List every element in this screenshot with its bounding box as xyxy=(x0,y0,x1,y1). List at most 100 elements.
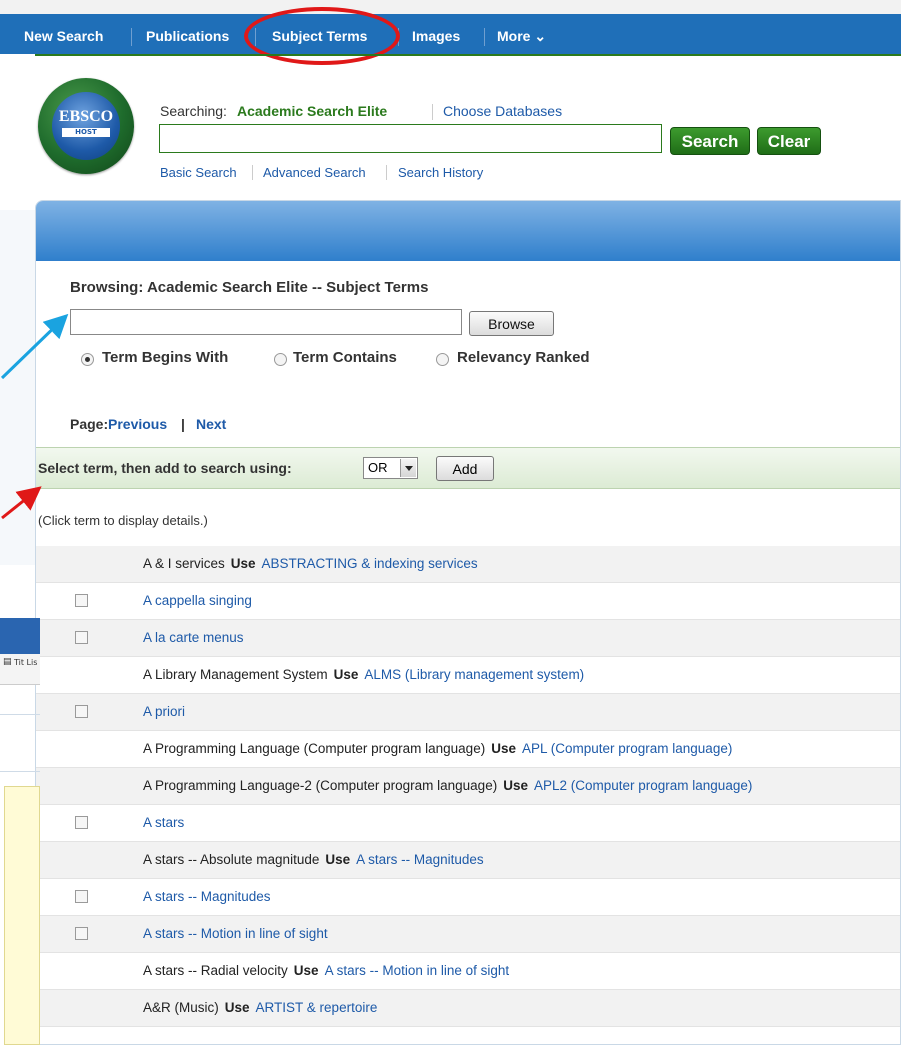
term-entry: A cappella singing xyxy=(143,593,252,608)
term-entry: A & I services Use ABSTRACTING & indexing … xyxy=(143,556,478,571)
term-text: A Programming Language-2 (Computer progr… xyxy=(143,778,498,793)
radio-term-begins-with[interactable] xyxy=(81,353,94,366)
logo-text-bottom: HOST xyxy=(62,128,110,137)
browse-term-input[interactable] xyxy=(70,309,462,335)
term-entry: A Programming Language (Computer program… xyxy=(143,741,732,756)
term-checkbox[interactable] xyxy=(75,927,88,940)
preferred-term-link[interactable]: ABSTRACTING & indexing services xyxy=(262,556,478,571)
preferred-term-link[interactable]: A stars -- Magnitudes xyxy=(356,852,484,867)
term-row: A stars -- Motion in line of sight xyxy=(36,916,900,953)
document-icon: ▤ xyxy=(3,657,12,667)
term-link[interactable]: A la carte menus xyxy=(143,630,244,645)
preferred-term-link[interactable]: ARTIST & repertoire xyxy=(256,1000,378,1015)
term-row: A stars -- Absolute magnitude Use A stars … xyxy=(36,842,900,879)
divider xyxy=(0,714,40,715)
browser-top-strip xyxy=(0,0,901,15)
separator xyxy=(432,104,433,120)
term-row: A stars xyxy=(36,805,900,842)
background-window-titlebar xyxy=(0,618,40,654)
term-text: A stars -- Radial velocity xyxy=(143,963,288,978)
subject-terms-panel: Browsing: Academic Search Elite -- Subje… xyxy=(35,200,901,1045)
browse-button[interactable]: Browse xyxy=(469,311,554,336)
term-link[interactable]: A stars xyxy=(143,815,184,830)
selected-operator: OR xyxy=(368,460,388,475)
add-to-search-bar: Select term, then add to search using: O… xyxy=(36,447,900,489)
nav-more-label: More xyxy=(497,28,531,44)
separator xyxy=(252,165,253,180)
term-row: A stars -- Radial velocity Use A stars -- … xyxy=(36,953,900,990)
background-window: ▤ Tit Lis xyxy=(0,618,40,1045)
separator xyxy=(386,165,387,180)
term-entry: A Library Management System Use ALMS (Libr… xyxy=(143,667,584,682)
term-entry: A stars -- Magnitudes xyxy=(143,889,271,904)
term-entry: A stars xyxy=(143,815,184,830)
term-entry: A stars -- Radial velocity Use A stars -- … xyxy=(143,963,509,978)
divider xyxy=(0,771,40,772)
add-button[interactable]: Add xyxy=(436,456,494,481)
term-link[interactable]: A cappella singing xyxy=(143,593,252,608)
term-text: A stars -- Absolute magnitude xyxy=(143,852,320,867)
clear-button[interactable]: Clear xyxy=(757,127,821,155)
term-row: A Programming Language (Computer program… xyxy=(36,731,900,768)
top-navigation-bar: New Search Publications Subject Terms Im… xyxy=(0,14,901,54)
search-input[interactable] xyxy=(159,124,662,153)
annotation-red-circle xyxy=(244,7,400,65)
term-entry: A stars -- Motion in line of sight xyxy=(143,926,328,941)
use-label: Use xyxy=(325,852,351,867)
browsing-title: Browsing: Academic Search Elite -- Subje… xyxy=(70,279,429,296)
preferred-term-link[interactable]: A stars -- Motion in line of sight xyxy=(325,963,510,978)
term-entry: A priori xyxy=(143,704,185,719)
logo-text-top: EBSCO xyxy=(58,108,114,125)
term-checkbox[interactable] xyxy=(75,594,88,607)
preferred-term-link[interactable]: APL (Computer program language) xyxy=(522,741,732,756)
term-checkbox[interactable] xyxy=(75,705,88,718)
preferred-term-link[interactable]: APL2 (Computer program language) xyxy=(534,778,752,793)
term-text: A Library Management System xyxy=(143,667,328,682)
click-term-hint: (Click term to display details.) xyxy=(38,513,208,528)
radio-relevancy-ranked[interactable] xyxy=(436,353,449,366)
term-entry: A Programming Language-2 (Computer progr… xyxy=(143,778,752,793)
advanced-search-link[interactable]: Advanced Search xyxy=(263,165,366,180)
term-text: A&R (Music) xyxy=(143,1000,219,1015)
dropdown-arrow-icon[interactable] xyxy=(400,459,416,477)
searching-label: Searching: xyxy=(160,103,227,119)
use-label: Use xyxy=(503,778,528,793)
chevron-down-icon: ⌄ xyxy=(534,28,547,44)
term-checkbox[interactable] xyxy=(75,890,88,903)
previous-page-link[interactable]: Previous xyxy=(108,416,167,432)
header-divider xyxy=(35,54,901,56)
basic-search-link[interactable]: Basic Search xyxy=(160,165,237,180)
radio-term-contains[interactable] xyxy=(274,353,287,366)
nav-new-search[interactable]: New Search xyxy=(24,14,103,54)
database-name: Academic Search Elite xyxy=(237,103,388,119)
boolean-operator-select[interactable]: OR xyxy=(363,457,418,479)
term-link[interactable]: A stars -- Magnitudes xyxy=(143,889,271,904)
term-link[interactable]: A priori xyxy=(143,704,185,719)
radio-label-begins-with: Term Begins With xyxy=(102,349,229,366)
use-label: Use xyxy=(333,667,359,682)
term-row: A&R (Music) Use ARTIST & repertoire xyxy=(36,990,900,1027)
nav-images[interactable]: Images xyxy=(412,14,460,54)
term-link[interactable]: A stars -- Motion in line of sight xyxy=(143,926,328,941)
term-row: A la carte menus xyxy=(36,620,900,657)
radio-label-contains: Term Contains xyxy=(293,349,397,366)
term-row: A Library Management System Use ALMS (Libr… xyxy=(36,657,900,694)
ebscohost-logo[interactable]: EBSCO HOST xyxy=(38,78,134,174)
page-separator: | xyxy=(181,416,185,432)
search-button[interactable]: Search xyxy=(670,127,750,155)
choose-databases-link[interactable]: Choose Databases xyxy=(443,103,562,119)
add-to-search-label: Select term, then add to search using: xyxy=(38,460,292,476)
search-history-link[interactable]: Search History xyxy=(398,165,483,180)
toolbar-text: Tit Lis xyxy=(14,658,38,667)
nav-publications[interactable]: Publications xyxy=(146,14,229,54)
term-entry: A stars -- Absolute magnitude Use A stars … xyxy=(143,852,484,867)
background-yellow-box xyxy=(4,786,40,1045)
preferred-term-link[interactable]: ALMS (Library management system) xyxy=(364,667,584,682)
term-checkbox[interactable] xyxy=(75,631,88,644)
term-row: A stars -- Magnitudes xyxy=(36,879,900,916)
term-checkbox[interactable] xyxy=(75,816,88,829)
panel-header xyxy=(36,201,900,261)
next-page-link[interactable]: Next xyxy=(196,416,226,432)
term-entry: A&R (Music) Use ARTIST & repertoire xyxy=(143,1000,377,1015)
nav-more[interactable]: More ⌄ xyxy=(497,14,546,54)
